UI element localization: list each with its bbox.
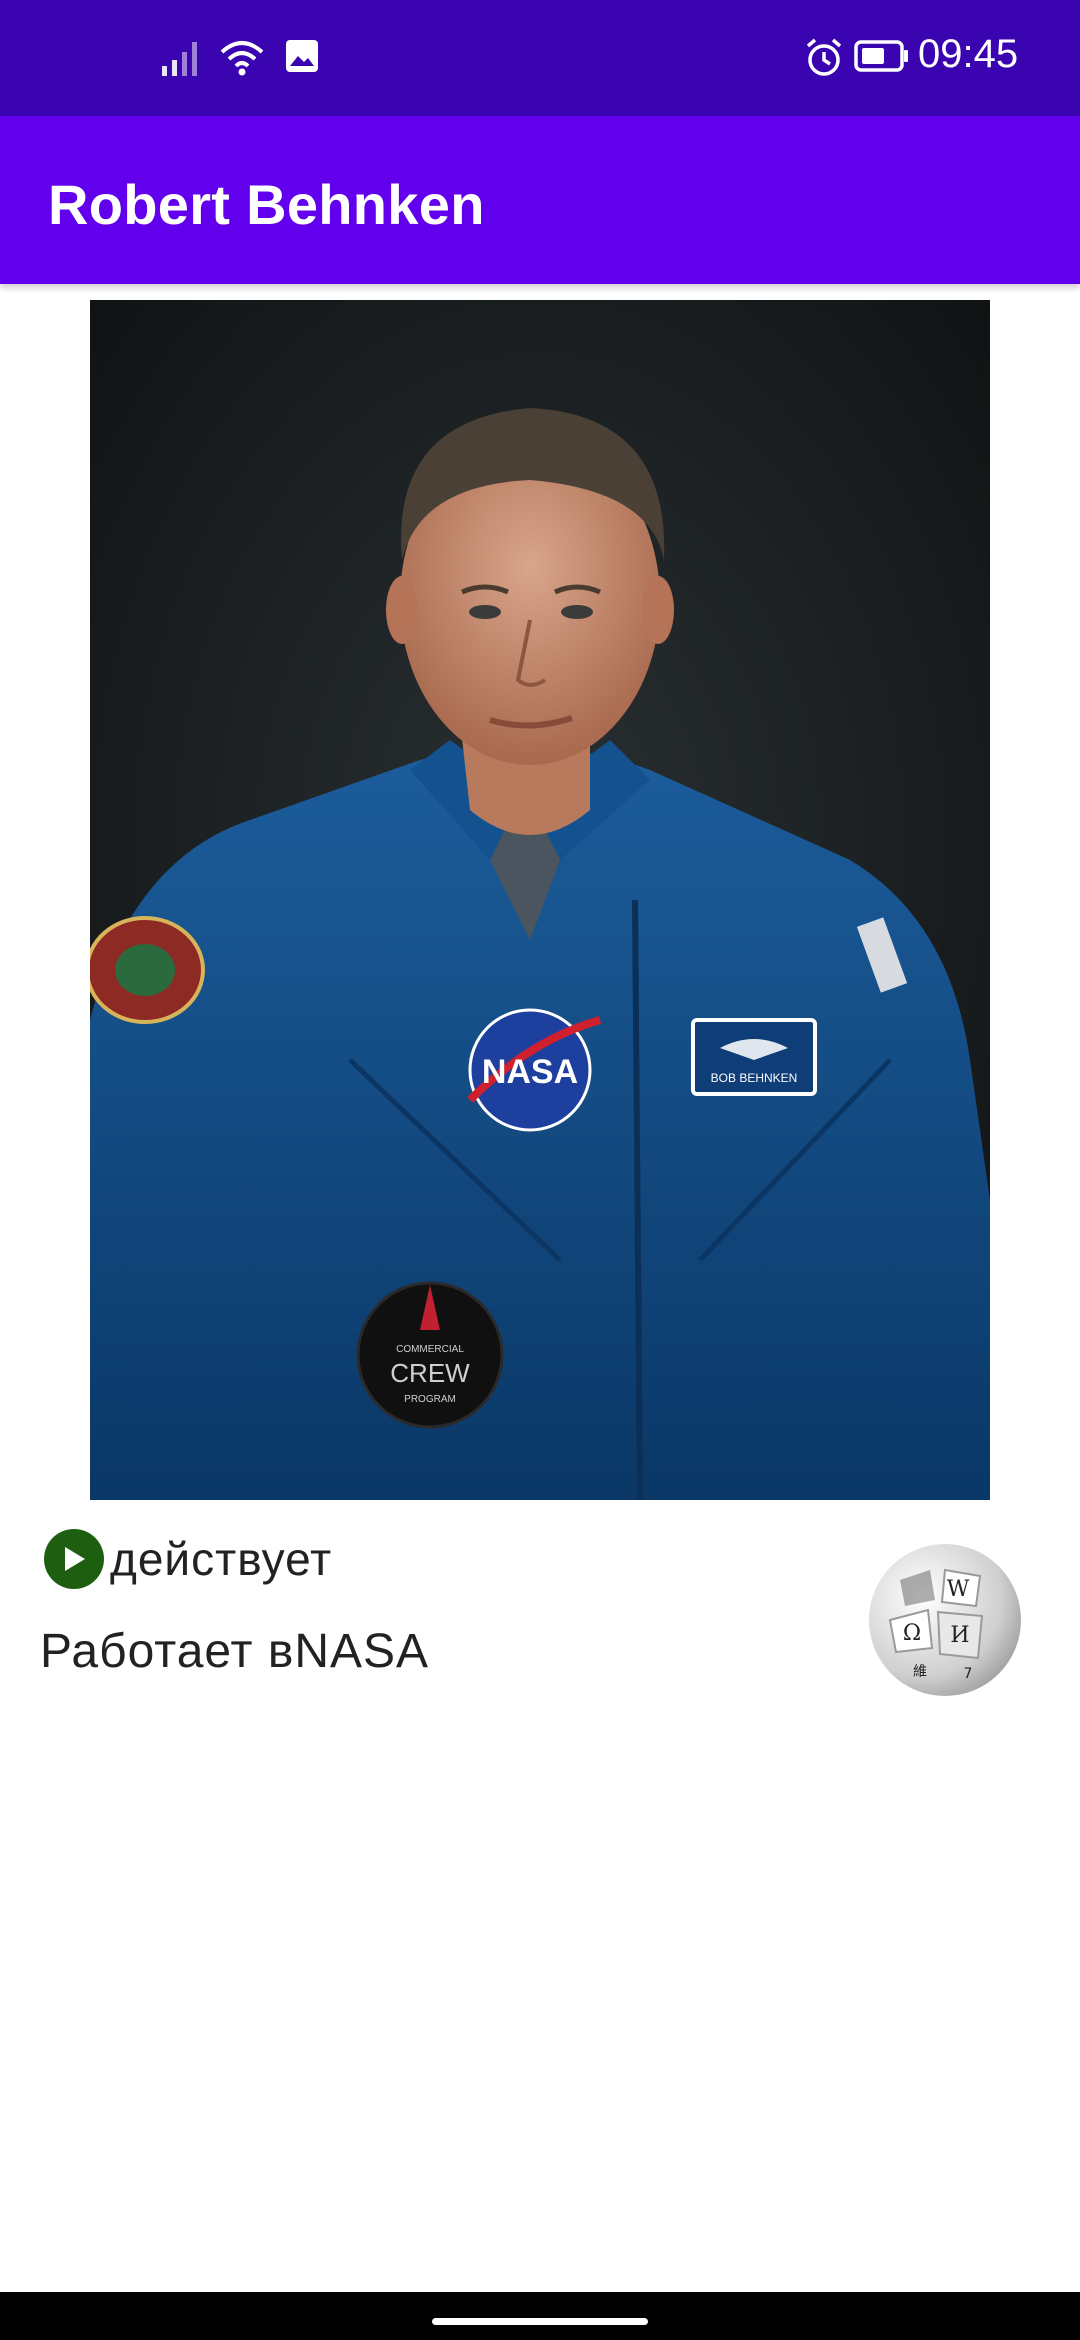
page-title: Robert Behnken — [48, 173, 485, 236]
name-tag-label: BOB BEHNKEN — [711, 1071, 798, 1085]
wikipedia-logo-icon[interactable]: W Ω И 維 7 — [860, 1540, 1030, 1700]
status-row: действует — [44, 1528, 332, 1590]
commercial-crew-patch: COMMERCIAL CREW PROGRAM — [356, 1281, 504, 1429]
svg-text:Ω: Ω — [903, 1621, 921, 1646]
navigation-bar — [0, 2292, 1080, 2340]
mission-patch — [90, 916, 205, 1024]
patch-crew-top: COMMERCIAL — [396, 1344, 464, 1355]
nasa-patch-label: NASA — [482, 1053, 578, 1091]
alarm-icon — [806, 38, 842, 76]
name-tag: BOB BEHNKEN — [691, 1018, 817, 1096]
app-bar: Robert Behnken — [0, 116, 1080, 284]
status-label: действует — [110, 1533, 333, 1585]
work-label: Работает вNASA — [40, 1625, 430, 1678]
svg-text:W: W — [947, 1577, 970, 1602]
battery-icon — [854, 40, 908, 72]
image-notification-icon — [286, 40, 318, 72]
screen: 09:45 Robert Behnken NASA BOB BEHNKEN CO… — [0, 0, 1080, 2340]
svg-text:維: 維 — [913, 1664, 927, 1680]
patch-crew-mid: CREW — [390, 1358, 470, 1388]
signal-icon — [162, 42, 197, 76]
status-bar: 09:45 — [0, 0, 1080, 116]
status-time: 09:45 — [918, 32, 1019, 76]
home-gesture-handle[interactable] — [432, 2318, 648, 2325]
astronaut-portrait: NASA BOB BEHNKEN COMMERCIAL CREW PROGRAM — [90, 300, 990, 1500]
svg-text:7: 7 — [964, 1666, 973, 1682]
wifi-icon — [220, 41, 264, 76]
patch-crew-bottom: PROGRAM — [404, 1394, 456, 1405]
play-icon — [44, 1529, 104, 1589]
svg-text:И: И — [950, 1623, 969, 1648]
